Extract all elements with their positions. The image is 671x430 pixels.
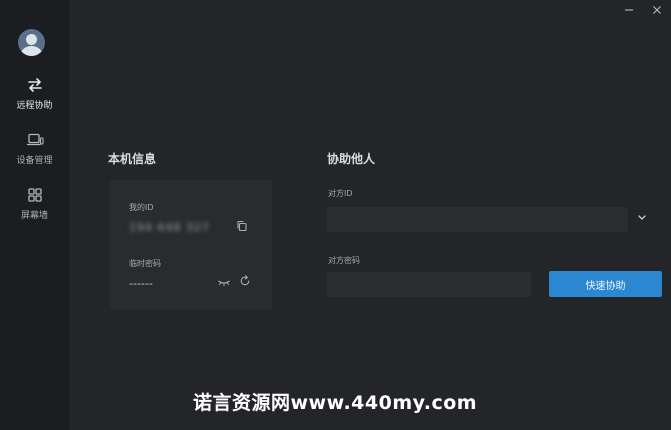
grid-icon (27, 188, 42, 202)
sidebar: 远程协助 设备管理 屏幕墙 (0, 0, 70, 430)
peer-id-input[interactable] (327, 207, 628, 232)
local-info-title: 本机信息 (108, 152, 157, 166)
peer-id-label: 对方ID (328, 189, 353, 198)
watermark-text: 诺言资源网www.440my.com (193, 392, 478, 414)
temp-password-value: ------ (129, 277, 153, 290)
refresh-icon[interactable] (239, 275, 251, 287)
sidebar-item-label: 屏幕墙 (20, 211, 48, 221)
avatar-body-shape (21, 46, 42, 56)
assist-others-title: 协助他人 (327, 152, 376, 166)
app-window: 远程协助 设备管理 屏幕墙 本机信息 我的ID 194 648 327 临时密码… (0, 0, 671, 430)
window-controls (615, 0, 671, 20)
minimize-button[interactable] (615, 0, 643, 20)
swap-arrows-icon (27, 78, 42, 92)
temp-password-label: 临时密码 (129, 259, 161, 268)
avatar-head-shape (26, 34, 37, 45)
copy-icon[interactable] (236, 220, 248, 232)
minimize-icon (625, 9, 633, 11)
my-id-label: 我的ID (129, 203, 154, 212)
quick-assist-button[interactable]: 快速协助 (549, 271, 662, 297)
chevron-down-icon[interactable] (634, 211, 650, 225)
sidebar-item-remote-assist[interactable]: 远程协助 (0, 76, 69, 116)
my-id-value: 194 648 327 (129, 221, 210, 234)
sidebar-item-device-management[interactable]: 设备管理 (0, 131, 69, 171)
local-info-card: 我的ID 194 648 327 临时密码 ------ (110, 180, 272, 310)
close-button[interactable] (643, 0, 671, 20)
sidebar-item-label: 远程协助 (16, 101, 53, 111)
sidebar-item-label: 设备管理 (16, 156, 53, 166)
peer-password-input[interactable] (327, 272, 531, 297)
device-icon (26, 133, 44, 146)
close-icon (653, 6, 661, 14)
sidebar-item-screen-wall[interactable]: 屏幕墙 (0, 186, 69, 226)
peer-password-label: 对方密码 (328, 256, 360, 265)
avatar[interactable] (18, 29, 45, 56)
eye-closed-icon[interactable] (217, 276, 231, 288)
